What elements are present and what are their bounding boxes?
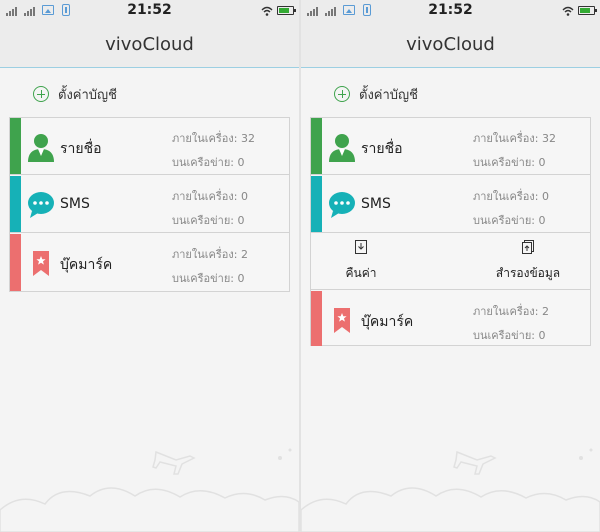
status-time: 21:52 bbox=[127, 2, 172, 18]
network-count: บนเครือข่าย: 0 bbox=[473, 156, 546, 169]
item-name: SMS bbox=[361, 196, 391, 212]
chat-bubble-icon bbox=[327, 190, 357, 220]
wifi-icon bbox=[562, 5, 574, 17]
restore-button[interactable]: คืนค่า bbox=[321, 240, 401, 283]
screen-left: 21:52 vivoCloud ตั้งค่าบัญชี รายชื่อ ภาย… bbox=[0, 0, 299, 532]
local-count: ภายในเครื่อง: 2 bbox=[473, 305, 549, 318]
network-count: บนเครือข่าย: 0 bbox=[172, 272, 245, 285]
account-settings-label: ตั้งค่าบัญชี bbox=[58, 87, 117, 103]
account-settings-row[interactable]: ตั้งค่าบัญชี bbox=[33, 84, 117, 104]
backup-button[interactable]: สำรองข้อมูล bbox=[488, 240, 568, 283]
screen-right: 21:52 vivoCloud ตั้งค่าบัญชี รายชื่อ ภาย… bbox=[301, 0, 600, 532]
local-count: ภายในเครื่อง: 32 bbox=[473, 132, 556, 145]
list-item-contacts[interactable]: รายชื่อ ภายในเครื่อง: 32 บนเครือข่าย: 0 bbox=[311, 118, 590, 175]
bookmark-icon bbox=[327, 305, 357, 335]
list-item-bookmarks[interactable]: บุ๊คมาร์ค ภายในเครื่อง: 2 บนเครือข่าย: 0 bbox=[10, 234, 289, 291]
local-count: ภายในเครื่อง: 0 bbox=[172, 190, 248, 203]
category-color-bar bbox=[10, 118, 21, 174]
plus-icon bbox=[33, 86, 49, 102]
category-color-bar bbox=[311, 291, 322, 346]
network-count: บนเครือข่าย: 0 bbox=[172, 156, 245, 169]
network-count: บนเครือข่าย: 0 bbox=[473, 329, 546, 342]
title-bar: vivoCloud bbox=[0, 22, 299, 68]
person-icon bbox=[327, 132, 357, 162]
restore-label: คืนค่า bbox=[345, 266, 377, 280]
sync-list: รายชื่อ ภายในเครื่อง: 32 บนเครือข่าย: 0 … bbox=[9, 117, 290, 292]
local-count: ภายในเครื่อง: 32 bbox=[172, 132, 255, 145]
clouds-airplane-decoration bbox=[0, 422, 299, 532]
person-icon bbox=[26, 132, 56, 162]
chat-bubble-icon bbox=[26, 190, 56, 220]
network-count: บนเครือข่าย: 0 bbox=[172, 214, 245, 227]
title-bar: vivoCloud bbox=[301, 22, 600, 68]
sms-action-row: คืนค่า สำรองข้อมูล bbox=[311, 234, 590, 290]
account-settings-label: ตั้งค่าบัญชี bbox=[359, 87, 418, 103]
account-settings-row[interactable]: ตั้งค่าบัญชี bbox=[334, 84, 418, 104]
wifi-icon bbox=[261, 5, 273, 17]
app-title: vivoCloud bbox=[105, 34, 194, 55]
local-count: ภายในเครื่อง: 2 bbox=[172, 248, 248, 261]
app-title: vivoCloud bbox=[406, 34, 495, 55]
local-count: ภายในเครื่อง: 0 bbox=[473, 190, 549, 203]
list-item-contacts[interactable]: รายชื่อ ภายในเครื่อง: 32 บนเครือข่าย: 0 bbox=[10, 118, 289, 175]
item-name: รายชื่อ bbox=[361, 141, 403, 157]
clouds-airplane-decoration bbox=[301, 422, 600, 532]
backup-icon bbox=[522, 240, 534, 254]
list-item-bookmarks[interactable]: บุ๊คมาร์ค ภายในเครื่อง: 2 บนเครือข่าย: 0 bbox=[311, 291, 590, 346]
category-color-bar bbox=[311, 176, 322, 232]
backup-label: สำรองข้อมูล bbox=[495, 266, 561, 280]
list-item-sms[interactable]: SMS ภายในเครื่อง: 0 บนเครือข่าย: 0 bbox=[311, 176, 590, 233]
bookmark-icon bbox=[26, 248, 56, 278]
category-color-bar bbox=[10, 176, 21, 232]
category-color-bar bbox=[311, 118, 322, 174]
category-color-bar bbox=[10, 234, 21, 291]
status-bar: 21:52 bbox=[301, 0, 600, 22]
plus-icon bbox=[334, 86, 350, 102]
sync-list: รายชื่อ ภายในเครื่อง: 32 บนเครือข่าย: 0 … bbox=[310, 117, 591, 346]
network-count: บนเครือข่าย: 0 bbox=[473, 214, 546, 227]
battery-icon bbox=[277, 6, 296, 15]
item-name: รายชื่อ bbox=[60, 141, 102, 157]
restore-icon bbox=[355, 240, 367, 254]
battery-icon bbox=[578, 6, 597, 15]
item-name: บุ๊คมาร์ค bbox=[60, 257, 113, 273]
list-item-sms[interactable]: SMS ภายในเครื่อง: 0 บนเครือข่าย: 0 bbox=[10, 176, 289, 233]
item-name: SMS bbox=[60, 196, 90, 212]
item-name: บุ๊คมาร์ค bbox=[361, 314, 414, 330]
status-time: 21:52 bbox=[428, 2, 473, 18]
status-bar: 21:52 bbox=[0, 0, 299, 22]
